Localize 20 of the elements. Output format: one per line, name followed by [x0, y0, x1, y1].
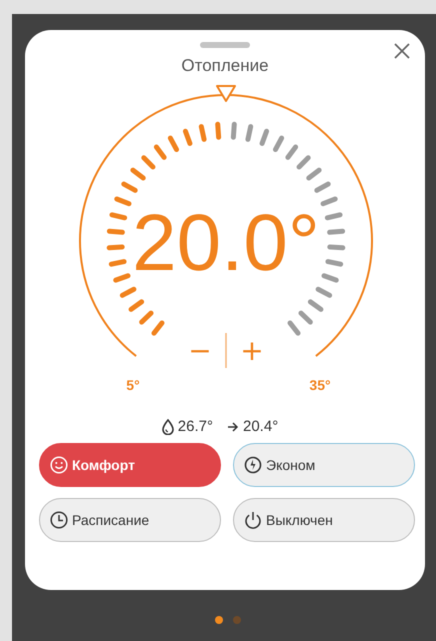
drag-handle[interactable]: [200, 42, 250, 48]
min-temperature-label: 5°: [126, 377, 140, 393]
smiley-icon: [50, 456, 68, 474]
clock-icon: [50, 511, 68, 529]
close-icon[interactable]: [394, 43, 410, 59]
power-icon: [244, 511, 262, 529]
mode-button[interactable]: Эконом: [233, 443, 415, 487]
arrow-right-icon: [227, 420, 239, 432]
temperature-reading: 20.4°: [243, 418, 278, 435]
max-temperature-label: 35°: [309, 377, 331, 393]
temperature-reading: 26.7°: [178, 418, 213, 435]
mode-button[interactable]: Выключен: [233, 498, 415, 542]
drop-icon: [162, 418, 174, 434]
mode-button[interactable]: Комфорт: [39, 443, 221, 487]
dial-pointer[interactable]: [216, 85, 236, 102]
target-temperature: 20.0°: [132, 198, 320, 287]
page-indicator-dot[interactable]: [215, 616, 223, 624]
dialog-title: Отопление: [181, 55, 269, 77]
page-indicator-dot[interactable]: [233, 616, 241, 624]
mode-button[interactable]: Расписание: [39, 498, 221, 542]
